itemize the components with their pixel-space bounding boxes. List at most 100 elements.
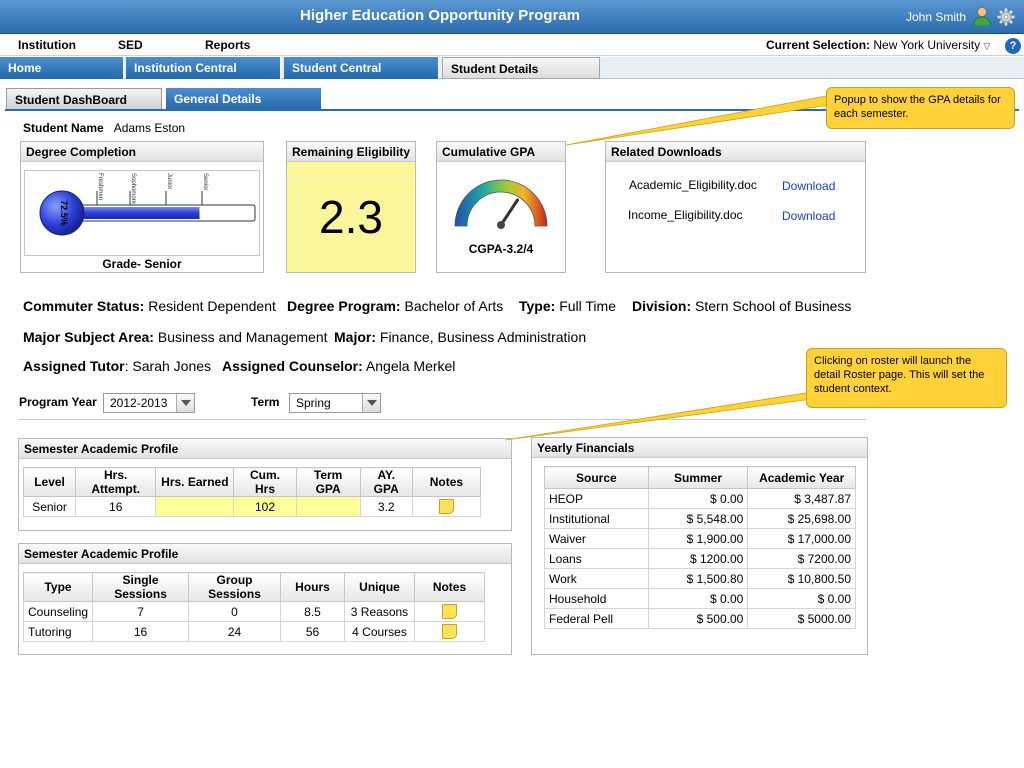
help-icon[interactable]: ? [1005, 38, 1021, 54]
cell-source: Institutional [544, 508, 649, 529]
cell-hrs-attempt: 16 [75, 496, 157, 517]
cell-source: Waiver [544, 528, 649, 549]
tutor-label: Assigned Tutor [23, 358, 125, 374]
note-icon[interactable] [441, 604, 457, 620]
cell-level: Senior [22, 496, 77, 517]
table-row: HEOP $ 0.00 $ 3,487.87 [544, 488, 856, 509]
student-name-row: Student Name Adams Eston [23, 121, 185, 135]
user-name[interactable]: John Smith [906, 10, 966, 24]
table-header-row: Source Summer Academic Year [544, 466, 856, 489]
note-icon[interactable] [441, 624, 457, 640]
level-sophomore: Sophomore [130, 173, 136, 205]
major-area-label: Major Subject Area: [23, 329, 154, 345]
col-ay-gpa: AY. GPA [359, 467, 413, 497]
cell-academic-year: $ 0.00 [747, 588, 856, 609]
cell-academic-year: $ 5000.00 [747, 608, 856, 629]
semester-profile-title: Semester Academic Profile [19, 439, 511, 459]
table-row[interactable]: Counseling 7 0 8.5 3 Reasons [22, 601, 486, 622]
level-junior: Junior [166, 173, 172, 189]
commuter-value: Resident Dependent [148, 298, 276, 314]
col-summer: Summer [647, 466, 749, 489]
related-downloads-title: Related Downloads [606, 142, 865, 162]
cell-source: Work [544, 568, 649, 589]
col-group-sessions: Group Sessions [188, 572, 282, 602]
table-row: Household $ 0.00 $ 0.00 [544, 588, 856, 609]
cell-ay-gpa: 3.2 [359, 496, 413, 517]
roster-callout: Clicking on roster will launch the detai… [806, 348, 1007, 408]
table-row[interactable]: Tutoring 16 24 56 4 Courses [22, 621, 486, 642]
cell-hours: 56 [280, 621, 345, 642]
download-link-2[interactable]: Download [782, 209, 835, 223]
cell-source: Household [544, 588, 649, 609]
cell-summer: $ 1200.00 [647, 548, 749, 569]
tab-student-central[interactable]: Student Central [284, 57, 439, 79]
cell-unique: 3 Reasons [344, 601, 415, 622]
download-link-1[interactable]: Download [782, 179, 835, 193]
tab-home[interactable]: Home [0, 57, 124, 79]
table-row: Waiver $ 1,900.00 $ 17,000.00 [544, 528, 856, 549]
major-label: Major: [334, 329, 376, 345]
cell-single: 7 [92, 601, 190, 622]
table-row[interactable]: Senior 16 102 3.2 [22, 496, 482, 517]
cell-hrs-earned[interactable] [155, 496, 235, 517]
subtab-general-details[interactable]: General Details [166, 88, 321, 110]
degree-completion-panel: Degree Completion 72.5% Freshmen Sophomo… [20, 141, 264, 273]
commuter-status: Commuter Status: Resident Dependent [23, 298, 276, 314]
col-academic-year: Academic Year [747, 466, 856, 489]
cell-cum-hrs: 102 [233, 496, 297, 517]
degree-value: Bachelor of Arts [404, 298, 504, 314]
cell-academic-year: $ 17,000.00 [747, 528, 856, 549]
tab-student-details[interactable]: Student Details [442, 57, 600, 79]
counselor-value: Angela Merkel [365, 358, 456, 374]
degree-thermometer: 72.5% Freshmen Sophomore Junior Senior [24, 170, 260, 256]
student-name: Adams Eston [113, 121, 186, 135]
tab-institution-central[interactable]: Institution Central [126, 57, 281, 79]
cell-unique: 4 Courses [344, 621, 415, 642]
degree-completion-title: Degree Completion [21, 142, 263, 162]
remaining-eligibility-panel: Remaining Eligibility 2.3 [286, 141, 416, 273]
subtab-student-dashboard[interactable]: Student DashBoard [6, 88, 162, 110]
note-icon[interactable] [438, 499, 454, 515]
financials-body: HEOP $ 0.00 $ 3,487.87 Institutional $ 5,548… [544, 488, 856, 629]
grade-label: Grade- Senior [102, 257, 182, 271]
cell-term-gpa[interactable] [295, 496, 361, 517]
cell-source: Loans [544, 548, 649, 569]
col-term-gpa: Term GPA [295, 467, 361, 497]
remaining-eligibility-value: 2.3 [287, 162, 415, 272]
current-selection-label: Current Selection: [766, 38, 871, 52]
cell-source: HEOP [544, 488, 649, 509]
cumulative-gpa-panel[interactable]: Cumulative GPA CGPA-3.2/4 [436, 141, 566, 273]
term-select[interactable]: Spring [289, 393, 381, 413]
sessions-profile-panel: Semester Academic Profile Type Single Se… [18, 543, 512, 655]
program-year-label: Program Year [19, 395, 97, 409]
menu-reports[interactable]: Reports [205, 38, 250, 52]
division-value: Stern School of Business [695, 298, 852, 314]
current-selection-value: New York University [873, 38, 981, 52]
cell-group: 0 [188, 601, 282, 622]
student-name-label: Student Name [23, 121, 104, 135]
menu-institution[interactable]: Institution [18, 38, 76, 52]
user-icon[interactable] [972, 6, 992, 26]
yearly-financials-title: Yearly Financials [532, 438, 867, 458]
remaining-eligibility-title: Remaining Eligibility [287, 142, 415, 162]
gear-icon[interactable] [997, 8, 1015, 26]
assigned-tutor: Assigned Tutor: Sarah Jones [23, 358, 212, 374]
current-selection[interactable]: Current Selection: New York University ▽ [766, 38, 990, 52]
cell-academic-year: $ 10,800.50 [747, 568, 856, 589]
gauge-needle [499, 198, 519, 227]
cell-academic-year: $ 7200.00 [747, 548, 856, 569]
cell-summer: $ 1,900.00 [647, 528, 749, 549]
program-year-select[interactable]: 2012-2013 [103, 393, 195, 413]
col-hrs-earned: Hrs. Earned [155, 467, 235, 497]
col-unique: Unique [344, 572, 415, 602]
cell-summer: $ 0.00 [647, 588, 749, 609]
major-subject-area: Major Subject Area: Business and Managem… [23, 329, 328, 345]
cell-notes [413, 601, 486, 622]
program-type: Type: Full Time [519, 298, 616, 314]
col-type: Type [22, 572, 94, 602]
cell-academic-year: $ 3,487.87 [747, 488, 856, 509]
menu-sed[interactable]: SED [118, 38, 143, 52]
sessions-profile-title: Semester Academic Profile [19, 544, 511, 564]
cell-type: Counseling [22, 601, 94, 622]
cell-summer: $ 0.00 [647, 488, 749, 509]
